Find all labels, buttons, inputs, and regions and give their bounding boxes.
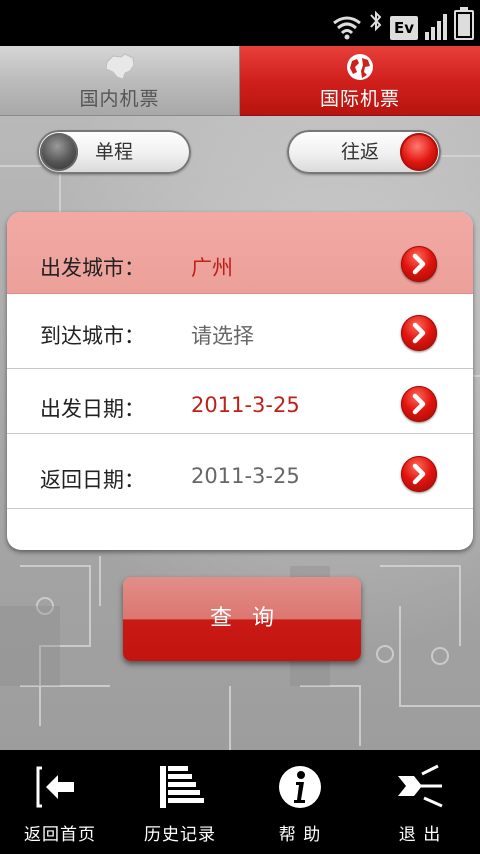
ev-icon: Ev <box>389 16 418 40</box>
tab-international-flights[interactable]: 国际机票 <box>240 46 480 116</box>
arrive-city-label: 到达城市： <box>40 324 145 348</box>
globe-icon <box>347 54 373 80</box>
depart-date-value: 2011-3-25 <box>191 393 300 417</box>
ticket-type-tabs: 国内机票 国际机票 <box>0 46 480 116</box>
round-trip-label: 往返 <box>341 141 380 163</box>
depart-city-row[interactable]: 出发城市： 广州 <box>7 212 473 294</box>
battery-icon <box>454 7 474 40</box>
return-date-row[interactable]: 返回日期： 2011-3-25 <box>7 434 473 509</box>
depart-date-label: 出发日期： <box>40 397 145 421</box>
arrive-city-row[interactable]: 到达城市： 请选择 <box>7 294 473 369</box>
single-trip-label: 单程 <box>95 141 134 163</box>
nav-exit-label: 退 出 <box>398 825 442 845</box>
return-date-label: 返回日期： <box>40 468 145 492</box>
tab-international-label: 国际机票 <box>319 88 400 110</box>
radio-on-icon <box>400 133 438 171</box>
single-trip-toggle[interactable]: 单程 <box>37 130 191 174</box>
info-icon <box>279 766 321 808</box>
main-content: 国内机票 国际机票 单程 往返 出发城市： 广州 到达城市： 请选择 出发日期：… <box>0 46 480 750</box>
nav-help[interactable]: 帮 助 <box>240 750 360 854</box>
back-home-icon <box>36 766 74 808</box>
nav-history-label: 历史记录 <box>144 825 216 845</box>
nav-exit[interactable]: 退 出 <box>360 750 480 854</box>
tab-domestic-label: 国内机票 <box>79 88 160 110</box>
nav-history[interactable]: 历史记录 <box>120 750 240 854</box>
nav-home-label: 返回首页 <box>24 825 96 845</box>
bottom-nav: 返回首页 历史记录 帮 助 退 出 <box>0 750 480 854</box>
wifi-icon <box>332 14 362 40</box>
bluetooth-icon <box>369 8 383 40</box>
chevron-right-icon[interactable] <box>401 386 437 422</box>
chevron-right-icon[interactable] <box>401 315 437 351</box>
status-bar: Ev <box>0 0 480 46</box>
depart-city-label: 出发城市： <box>40 256 145 280</box>
exit-icon <box>398 764 443 808</box>
tab-domestic-flights[interactable]: 国内机票 <box>0 46 240 116</box>
round-trip-toggle[interactable]: 往返 <box>287 130 441 174</box>
nav-help-label: 帮 助 <box>278 825 322 845</box>
history-list-icon <box>160 766 204 808</box>
radio-off-icon <box>40 133 78 171</box>
chevron-right-icon[interactable] <box>401 246 437 282</box>
china-map-icon <box>104 53 135 80</box>
return-date-value: 2011-3-25 <box>191 464 300 488</box>
depart-city-value: 广州 <box>191 256 233 280</box>
nav-home[interactable]: 返回首页 <box>0 750 120 854</box>
signal-icon <box>425 12 447 40</box>
depart-date-row[interactable]: 出发日期： 2011-3-25 <box>7 369 473 434</box>
flight-search-form: 出发城市： 广州 到达城市： 请选择 出发日期： 2011-3-25 返回日期：… <box>7 212 473 550</box>
status-icons: Ev <box>332 7 474 40</box>
chevron-right-icon[interactable] <box>401 456 437 492</box>
arrive-city-value: 请选择 <box>191 324 254 348</box>
search-button[interactable]: 查询 <box>123 577 361 661</box>
